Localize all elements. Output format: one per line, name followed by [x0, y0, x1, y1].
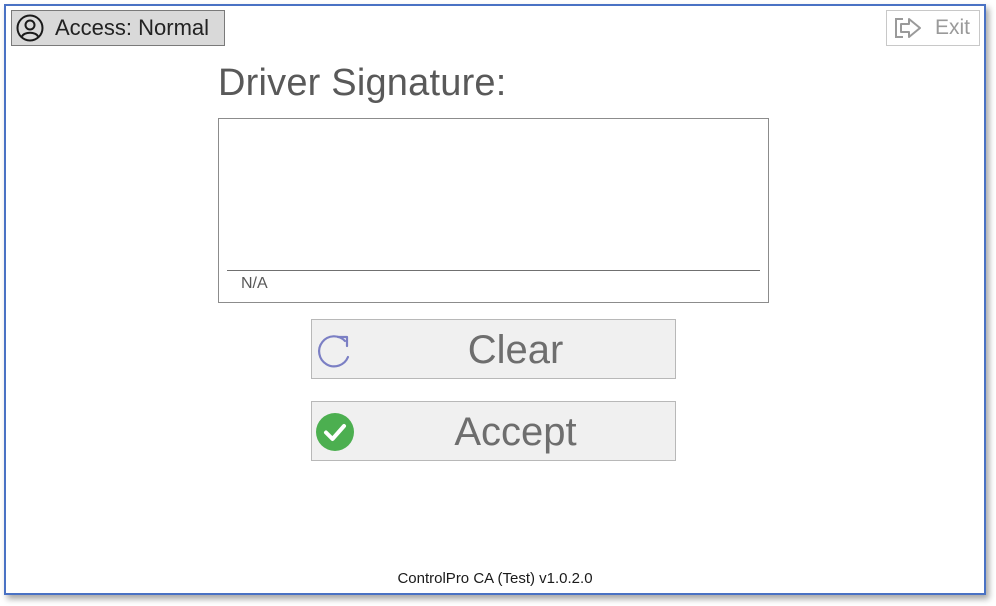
accept-label: Accept — [454, 410, 577, 454]
signature-line — [227, 270, 760, 271]
access-level-label: Access: Normal — [55, 15, 210, 40]
signer-name-label: N/A — [241, 275, 268, 292]
clear-label: Clear — [467, 328, 564, 372]
signature-title: Driver Signature: — [218, 62, 507, 104]
exit-arrow-icon — [893, 15, 923, 41]
refresh-icon — [314, 329, 356, 371]
exit-button[interactable]: Exit — [886, 10, 980, 46]
accept-button[interactable]: Accept — [311, 401, 676, 461]
clear-button[interactable]: Clear — [311, 319, 676, 379]
check-circle-icon — [314, 411, 356, 453]
app-window: Access: Normal Exit Driver Signature: N/… — [4, 4, 986, 595]
version-footer: ControlPro CA (Test) v1.0.2.0 — [397, 570, 593, 587]
exit-label: Exit — [935, 16, 971, 39]
access-level-button[interactable]: Access: Normal — [11, 10, 225, 46]
signature-pad[interactable]: N/A — [218, 118, 769, 303]
user-circle-icon — [15, 13, 45, 43]
